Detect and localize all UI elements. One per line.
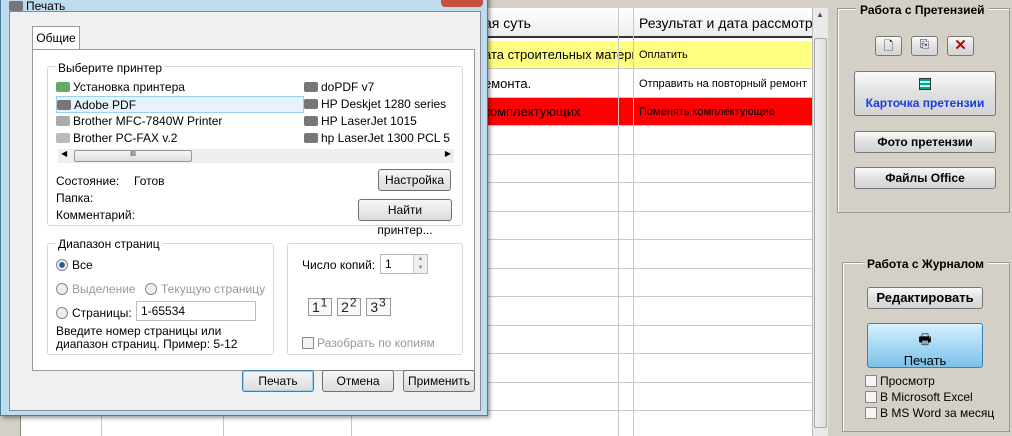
grid-vertical-scrollbar[interactable]: ▲ [812, 8, 828, 436]
printer-icon [304, 133, 318, 143]
copy-claim-button[interactable]: ⎘ [911, 36, 938, 56]
claim-photo-button[interactable]: Фото претензии [854, 131, 996, 153]
scrollbar-thumb[interactable] [814, 38, 827, 428]
range-selection-radio[interactable]: Выделение [56, 282, 136, 296]
printer-settings-button[interactable]: Настройка [378, 169, 451, 191]
header-result[interactable]: Результат и дата рассмотрен [634, 8, 812, 36]
scroll-left-icon: ◀ [61, 149, 68, 158]
printer-item-selected[interactable]: Adobe PDF [56, 96, 304, 113]
dialog-body: Общие Выберите принтер Установка принтер… [9, 11, 481, 411]
range-current-page-radio[interactable]: Текущую страницу [145, 282, 265, 296]
printer-item[interactable]: HP LaserJet 1015 [304, 113, 464, 130]
new-document-icon: 🗋 [883, 39, 894, 53]
cell-essence[interactable]: ата строительных матери [479, 41, 633, 68]
printer-item[interactable]: Brother MFC-7840W Printer [56, 113, 256, 130]
copy-icon: ⎘ [919, 37, 930, 51]
status-value: Готов [134, 174, 165, 188]
print-button[interactable]: Печать [242, 370, 314, 392]
cell-result[interactable]: Отправить на повторный ремонт [634, 70, 812, 97]
close-button[interactable]: ✕ [441, 0, 483, 7]
printer-icon [304, 116, 318, 126]
word-month-checkbox[interactable]: В MS Word за месяц [865, 405, 994, 421]
journal-panel-title: Работа с Журналом [863, 257, 988, 271]
printer-item[interactable]: Brother PC-FAX v.2 [56, 130, 256, 147]
collate-illustration-icon: 11 22 33 [308, 296, 391, 316]
delete-icon: ✕ [954, 37, 967, 54]
print-dialog: Печать ✕ Общие Выберите принтер Установк… [0, 0, 488, 416]
print-journal-button[interactable]: 🖶 Печать [867, 323, 983, 368]
journal-panel: Работа с Журналом Редактировать 🖶 Печать… [842, 257, 1010, 432]
status-label: Состояние: [56, 174, 120, 188]
page-range-label: Диапазон страниц [56, 237, 162, 251]
cancel-button[interactable]: Отмена [322, 370, 394, 392]
table-icon [855, 78, 995, 92]
cell-result[interactable]: Поменять комплектующие [634, 98, 812, 125]
cell-essence[interactable]: емонта. [479, 70, 633, 97]
printer-list-left: Установка принтера Adobe PDF Brother MFC… [56, 79, 304, 147]
scrollbar-thumb[interactable]: III [74, 150, 192, 162]
printer-icon [56, 116, 70, 126]
range-all-radio[interactable]: Все [56, 258, 93, 272]
new-claim-button[interactable]: 🗋 [875, 36, 902, 56]
find-printer-button[interactable]: Найти принтер... [358, 199, 452, 237]
scroll-up-icon[interactable]: ▲ [816, 10, 824, 19]
copies-label: Число копий: [302, 258, 376, 272]
edit-journal-button[interactable]: Редактировать [867, 287, 983, 309]
claim-panel: Работа с Претензией 🗋 ⎘ ✕ Карточка прете… [837, 3, 1010, 213]
claim-card-button[interactable]: Карточка претензии [854, 71, 996, 116]
printer-item[interactable]: hp LaserJet 1300 PCL 5 [304, 130, 464, 147]
printer-icon [56, 133, 70, 143]
scroll-right-icon: ▶ [444, 149, 451, 158]
page-range-group: Диапазон страниц Все Выделение Текущую с… [47, 237, 274, 355]
comment-label: Комментарий: [56, 208, 135, 222]
printer-icon [9, 1, 23, 11]
printer-icon [57, 100, 71, 110]
tab-general[interactable]: Общие [32, 26, 80, 50]
printer-group: Выберите принтер Установка принтера Adob… [47, 61, 464, 237]
close-icon: ✕ [457, 0, 467, 3]
printer-icon [304, 82, 318, 92]
preview-checkbox[interactable]: Просмотр [865, 373, 994, 389]
add-printer-icon [56, 82, 70, 92]
excel-checkbox[interactable]: В Microsoft Excel [865, 389, 994, 405]
cell-essence[interactable]: комплектующих [479, 98, 633, 125]
copies-stepper[interactable]: 1 ▲ ▼ [380, 254, 428, 274]
printer-icon [304, 99, 318, 109]
print-journal-label: Печать [903, 353, 947, 368]
printer-item[interactable]: doPDF v7 [304, 79, 464, 96]
apply-button[interactable]: Применить [403, 370, 475, 392]
printer-item[interactable]: Установка принтера [56, 79, 256, 96]
printer-icon: 🖶 [918, 331, 932, 347]
range-hint: Введите номер страницы или диапазон стра… [56, 324, 238, 351]
printer-item[interactable]: HP Deskjet 1280 series [304, 96, 464, 113]
copies-group: Число копий: 1 ▲ ▼ 11 22 33 Разобрать по к… [287, 243, 463, 355]
header-essence[interactable]: ая суть [479, 8, 634, 36]
collate-checkbox[interactable]: Разобрать по копиям [302, 336, 435, 350]
office-files-button[interactable]: Файлы Office [854, 167, 996, 189]
range-pages-radio[interactable]: Страницы: [56, 306, 132, 320]
printer-group-label: Выберите принтер [56, 61, 164, 75]
claim-card-label: Карточка претензии [865, 96, 985, 110]
printer-list-right: doPDF v7 HP Deskjet 1280 series HP Laser… [304, 79, 464, 147]
cell-result[interactable]: Оплатить [634, 41, 812, 68]
pages-input[interactable]: 1-65534 [136, 301, 256, 321]
folder-label: Папка: [56, 191, 94, 205]
claim-panel-title: Работа с Претензией [856, 3, 989, 17]
printer-list-hscrollbar[interactable]: ◀ III ▶ [58, 149, 454, 163]
delete-claim-button[interactable]: ✕ [947, 36, 974, 56]
tab-content: Выберите принтер Установка принтера Adob… [32, 49, 475, 371]
